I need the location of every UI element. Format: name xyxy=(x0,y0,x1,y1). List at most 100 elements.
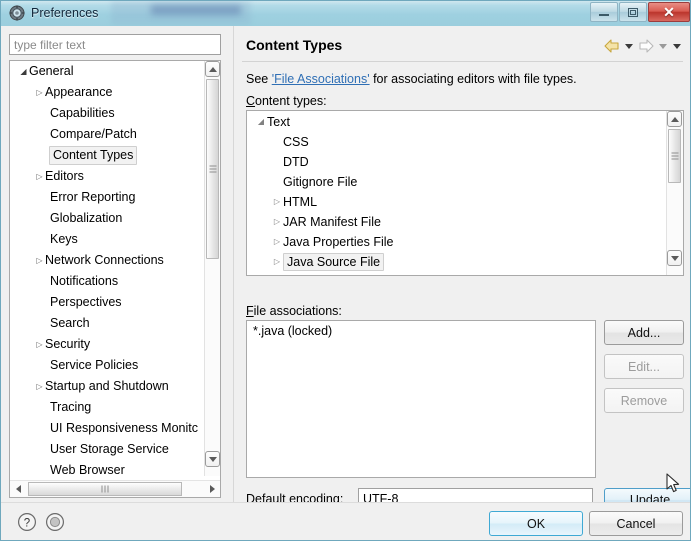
grip-icon xyxy=(101,485,110,493)
grip-icon xyxy=(671,151,678,162)
sidebar-item-editors[interactable]: ▷ Editors xyxy=(10,166,206,187)
sidebar-item-security[interactable]: ▷ Security xyxy=(10,334,206,355)
sidebar-item-label: Editors xyxy=(45,169,84,184)
scrollbar-thumb[interactable] xyxy=(206,79,219,259)
sidebar-item-keys[interactable]: Keys xyxy=(10,229,206,250)
file-associations-link[interactable]: 'File Associations' xyxy=(272,72,370,86)
content-type-label: Text xyxy=(267,114,290,129)
sidebar-item-compare-patch[interactable]: Compare/Patch xyxy=(10,124,206,145)
sidebar-item-general[interactable]: ◢ General xyxy=(10,61,206,82)
page-title: Content Types xyxy=(246,37,343,53)
content-type-label: Java Source File xyxy=(283,252,385,271)
scroll-down-button[interactable] xyxy=(205,451,220,467)
title-divider xyxy=(242,61,683,62)
sidebar-item-appearance[interactable]: ▷ Appearance xyxy=(10,82,206,103)
preferences-tree[interactable]: ◢ General ▷ Appearance Capabilities Compare/P… xyxy=(9,60,221,498)
content-type-item-gitignore-file[interactable]: Gitignore File xyxy=(247,171,666,191)
hscrollbar-thumb[interactable] xyxy=(28,482,182,496)
sidebar-item-web-browser[interactable]: Web Browser xyxy=(10,460,206,476)
triangle-collapsed-icon[interactable]: ▷ xyxy=(271,252,283,272)
preferences-page: Content Types See 'File Associations' fo… xyxy=(233,26,690,512)
scroll-left-button[interactable] xyxy=(10,481,26,497)
content-types-list[interactable]: ◢ Text CSS DTD Gitignore File ▷ HTML ▷ JAR Manif… xyxy=(247,111,666,275)
close-button[interactable]: ✕ xyxy=(648,2,690,22)
maximize-button[interactable] xyxy=(619,2,647,22)
info-circle-icon[interactable] xyxy=(45,512,65,532)
sidebar-item-user-storage-service[interactable]: User Storage Service xyxy=(10,439,206,460)
content-types-vertical-scrollbar[interactable] xyxy=(666,111,683,275)
file-associations-list[interactable]: *.java (locked) xyxy=(246,320,596,478)
help-question-icon[interactable]: ? xyxy=(17,512,37,532)
preferences-tree-list[interactable]: ◢ General ▷ Appearance Capabilities Compare/P… xyxy=(10,61,206,476)
list-item[interactable]: *.java (locked) xyxy=(247,321,595,341)
triangle-up-icon xyxy=(208,66,217,72)
edit-button: Edit... xyxy=(604,354,684,379)
sidebar-item-capabilities[interactable]: Capabilities xyxy=(10,103,206,124)
scroll-down-button[interactable] xyxy=(667,250,682,266)
page-navigation-toolbar xyxy=(603,37,683,55)
content-type-item-css[interactable]: CSS xyxy=(247,131,666,151)
content-type-item-java-source-file[interactable]: ▷ Java Source File xyxy=(247,251,666,271)
sidebar-item-network-connections[interactable]: ▷ Network Connections xyxy=(10,250,206,271)
scroll-up-button[interactable] xyxy=(205,61,220,77)
sidebar-item-globalization[interactable]: Globalization xyxy=(10,208,206,229)
sidebar-item-label: Notifications xyxy=(50,274,119,289)
ok-button[interactable]: OK xyxy=(489,511,583,536)
sidebar-item-startup-and-shutdown[interactable]: ▷ Startup and Shutdown xyxy=(10,376,206,397)
triangle-collapsed-icon[interactable]: ▷ xyxy=(34,82,45,103)
scrollbar-thumb[interactable] xyxy=(668,129,681,183)
triangle-collapsed-icon[interactable]: ▷ xyxy=(34,166,45,187)
sidebar-item-notifications[interactable]: Notifications xyxy=(10,271,206,292)
triangle-collapsed-icon[interactable]: ▷ xyxy=(34,334,45,355)
triangle-expanded-icon[interactable]: ◢ xyxy=(255,112,267,132)
sidebar-item-search[interactable]: Search xyxy=(10,313,206,334)
triangle-collapsed-icon[interactable]: ▷ xyxy=(271,192,283,212)
sidebar-item-label: User Storage Service xyxy=(50,442,169,457)
sidebar-item-label: Capabilities xyxy=(50,106,115,121)
content-type-label: JAR Manifest File xyxy=(283,214,381,229)
minimize-icon xyxy=(599,14,609,16)
view-menu-chevron-down-icon[interactable] xyxy=(671,38,683,54)
sidebar-item-service-policies[interactable]: Service Policies xyxy=(10,355,206,376)
back-arrow-icon[interactable] xyxy=(603,38,621,54)
background-blur-artifact-2 xyxy=(151,5,241,15)
sidebar-item-perspectives[interactable]: Perspectives xyxy=(10,292,206,313)
sidebar-item-error-reporting[interactable]: Error Reporting xyxy=(10,187,206,208)
filter-input[interactable] xyxy=(9,34,221,55)
triangle-collapsed-icon[interactable]: ▷ xyxy=(271,212,283,232)
add-button[interactable]: Add... xyxy=(604,320,684,345)
content-type-item-dtd[interactable]: DTD xyxy=(247,151,666,171)
content-type-item-java-properties-file[interactable]: ▷ Java Properties File xyxy=(247,231,666,251)
triangle-collapsed-icon[interactable]: ▷ xyxy=(34,376,45,397)
triangle-collapsed-icon[interactable]: ▷ xyxy=(34,250,45,271)
file-associations-label: File associations: xyxy=(246,304,342,318)
sidebar-item-label: Content Types xyxy=(49,146,138,166)
sidebar-item-label: Appearance xyxy=(45,85,113,100)
cancel-button[interactable]: Cancel xyxy=(589,511,683,536)
content-type-item-html[interactable]: ▷ HTML xyxy=(247,191,666,211)
sidebar-item-ui-responsiveness-monitc[interactable]: UI Responsiveness Monitc xyxy=(10,418,206,439)
grip-icon xyxy=(209,164,216,175)
maximize-icon xyxy=(628,7,638,17)
back-history-chevron-down-icon[interactable] xyxy=(623,38,635,54)
content-types-tree[interactable]: ◢ Text CSS DTD Gitignore File ▷ HTML ▷ JAR Manif… xyxy=(246,110,684,276)
preferences-gear-icon xyxy=(9,5,25,21)
triangle-down-icon xyxy=(670,255,679,261)
triangle-expanded-icon[interactable]: ◢ xyxy=(18,61,29,82)
content-type-item-text[interactable]: ◢ Text xyxy=(247,111,666,131)
tree-vertical-scrollbar[interactable] xyxy=(204,61,220,476)
triangle-collapsed-icon[interactable]: ▷ xyxy=(271,232,283,252)
sidebar-item-label: Search xyxy=(50,316,90,331)
tree-horizontal-scrollbar[interactable] xyxy=(10,480,220,497)
minimize-button[interactable] xyxy=(590,2,618,22)
sidebar-item-label: Network Connections xyxy=(45,253,164,268)
file-associations-label-rest: ile associations: xyxy=(253,304,342,318)
title-bar[interactable]: Preferences ✕ xyxy=(1,1,690,26)
scroll-up-button[interactable] xyxy=(667,111,682,127)
sidebar-item-tracing[interactable]: Tracing xyxy=(10,397,206,418)
sidebar-item-content-types[interactable]: Content Types xyxy=(10,145,206,166)
content-type-item-jar-manifest-file[interactable]: ▷ JAR Manifest File xyxy=(247,211,666,231)
svg-text:?: ? xyxy=(24,517,30,529)
sidebar-item-label: Error Reporting xyxy=(50,190,136,205)
scroll-right-button[interactable] xyxy=(204,481,220,497)
